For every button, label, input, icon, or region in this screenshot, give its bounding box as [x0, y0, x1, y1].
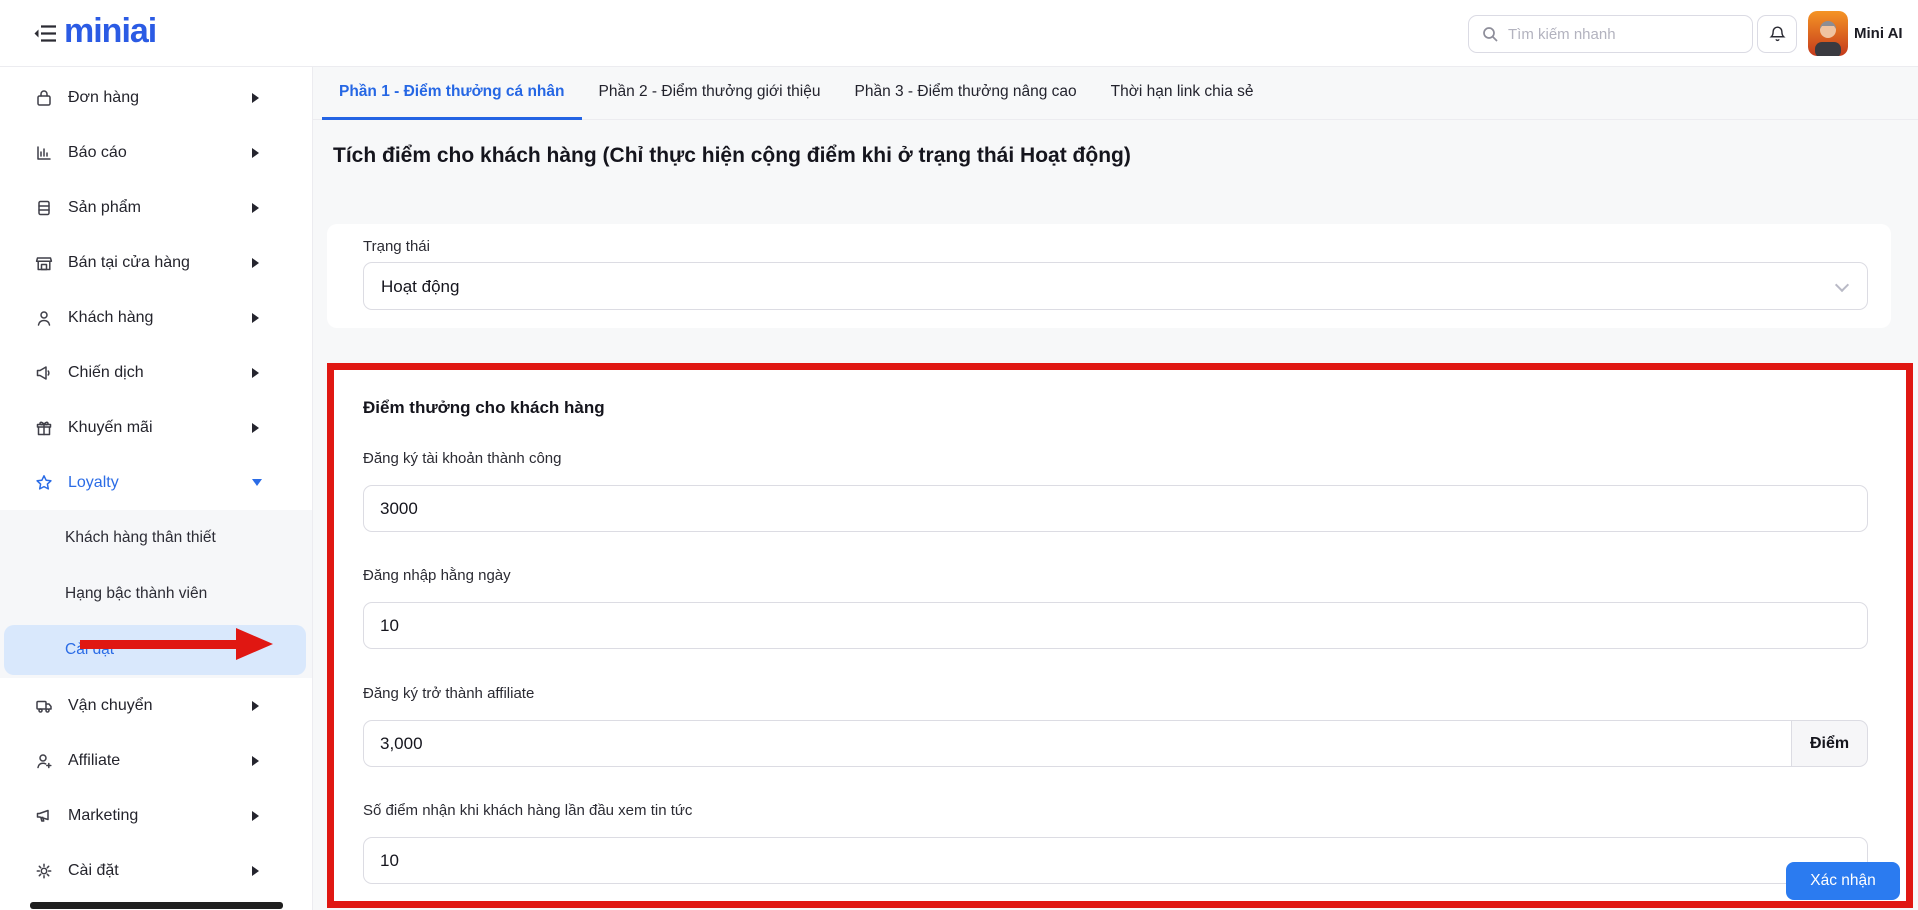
- sidebar-subitem-hang-bac-thanh-vien[interactable]: Hạng bậc thành viên: [0, 566, 312, 622]
- search-icon: [1481, 25, 1499, 43]
- report-icon: [34, 143, 54, 163]
- chevron-right-icon: [252, 258, 259, 268]
- search-input[interactable]: [1508, 26, 1752, 43]
- field-input-dang-ky-tai-khoan-thanh-cong[interactable]: [363, 485, 1868, 532]
- sidebar-item-label: Vận chuyển: [68, 697, 153, 715]
- tab-phan-3-diem-thuong-nang-cao[interactable]: Phần 3 - Điểm thưởng nâng cao: [837, 67, 1093, 120]
- sidebar-subitem-label: Cài đặt: [65, 641, 114, 659]
- app-logo[interactable]: miniai: [64, 12, 156, 51]
- tab-phan-2-diem-thuong-gioi-thieu[interactable]: Phần 2 - Điểm thưởng giới thiệu: [582, 67, 838, 120]
- global-search: [1468, 15, 1753, 53]
- field-label-dang-ky-tro-thanh-affiliate: Đăng ký trở thành affiliate: [363, 685, 534, 702]
- status-label: Trạng thái: [363, 238, 430, 255]
- horizontal-scrollbar[interactable]: [30, 902, 283, 909]
- affiliate-icon: [34, 751, 54, 771]
- notifications-button[interactable]: [1757, 15, 1797, 53]
- sidebar-item-label: Sản phẩm: [68, 199, 141, 217]
- gear-icon: [34, 861, 54, 881]
- campaign-icon: [34, 363, 54, 383]
- sidebar-item-khach-hang[interactable]: Khách hàng: [0, 290, 312, 345]
- chevron-right-icon: [252, 148, 259, 158]
- sidebar-item-label: Báo cáo: [68, 144, 127, 162]
- tab-thoi-han-link-chia-se[interactable]: Thời hạn link chia sẻ: [1094, 67, 1271, 120]
- tab-phan-1-diem-thuong-ca-nhan[interactable]: Phần 1 - Điểm thưởng cá nhân: [322, 67, 582, 120]
- field-input-dang-nhap-hang-ngay[interactable]: [363, 602, 1868, 649]
- truck-icon: [34, 696, 54, 716]
- chevron-right-icon: [252, 866, 259, 876]
- page: miniai: [0, 0, 1918, 910]
- tab-bar: Phần 1 - Điểm thưởng cá nhânPhần 2 - Điể…: [313, 67, 1918, 120]
- sidebar-subitem-cai-dat[interactable]: Cài đặt: [0, 622, 312, 678]
- user-name: Mini AI: [1854, 0, 1903, 67]
- sidebar-item-label: Bán tại cửa hàng: [68, 254, 190, 272]
- customer-icon: [34, 308, 54, 328]
- sidebar-item-label: Chiến dịch: [68, 364, 144, 382]
- sidebar-collapse-icon[interactable]: [33, 24, 57, 43]
- sidebar-item-affiliate[interactable]: Affiliate: [0, 733, 312, 788]
- chevron-right-icon: [252, 93, 259, 103]
- sidebar-item-marketing[interactable]: Marketing: [0, 788, 312, 843]
- chevron-right-icon: [252, 701, 259, 711]
- gift-icon: [34, 418, 54, 438]
- sidebar-item-don-hang[interactable]: Đơn hàng: [0, 70, 312, 125]
- sidebar-item-ban-tai-cua-hang[interactable]: Bán tại cửa hàng: [0, 235, 312, 290]
- sidebar-item-van-chuyen[interactable]: Vận chuyển: [0, 678, 312, 733]
- chevron-right-icon: [252, 811, 259, 821]
- sidebar-item-label: Cài đặt: [68, 862, 119, 880]
- status-select-value: Hoạt động: [381, 263, 459, 311]
- chevron-right-icon: [252, 423, 259, 433]
- field-input-dang-ky-tro-thanh-affiliate[interactable]: [363, 720, 1792, 767]
- chevron-right-icon: [252, 756, 259, 766]
- sidebar: Đơn hàng Báo cáo Sản phẩm Bán tại cửa hàng K…: [0, 67, 313, 910]
- status-card: Trạng thái Hoạt động: [327, 224, 1891, 328]
- rewards-section-title: Điểm thưởng cho khách hàng: [363, 398, 605, 418]
- page-title: Tích điểm cho khách hàng (Chỉ thực hiện …: [333, 144, 1131, 168]
- chevron-down-icon: [1835, 278, 1849, 292]
- rewards-section: Điểm thưởng cho khách hàng Đăng ký tài k…: [327, 363, 1913, 908]
- sidebar-item-label: Đơn hàng: [68, 89, 139, 107]
- chevron-right-icon: [252, 203, 259, 213]
- bag-icon: [34, 88, 54, 108]
- sidebar-item-label: Affiliate: [68, 752, 120, 770]
- chevron-right-icon: [252, 368, 259, 378]
- marketing-icon: [34, 806, 54, 826]
- sidebar-subitem-khach-hang-than-thiet[interactable]: Khách hàng thân thiết: [0, 510, 312, 566]
- bell-icon: [1768, 24, 1787, 44]
- sidebar-item-chien-dich[interactable]: Chiến dịch: [0, 345, 312, 400]
- sidebar-submenu-loyalty: Khách hàng thân thiết Hạng bậc thành viên…: [0, 510, 312, 678]
- field-label-so-diem-nhan-khi-khach-hang-lan-dau-xem-tin-tuc: Số điểm nhận khi khách hàng lần đầu xem …: [363, 802, 692, 819]
- sidebar-item-cai-dat[interactable]: Cài đặt: [0, 843, 312, 898]
- user-avatar[interactable]: [1808, 11, 1848, 56]
- status-select[interactable]: Hoạt động: [363, 262, 1868, 310]
- sidebar-item-label: Khách hàng: [68, 309, 153, 327]
- field-label-dang-nhap-hang-ngay: Đăng nhập hằng ngày: [363, 567, 511, 584]
- chevron-down-icon: [252, 479, 262, 486]
- sidebar-item-loyalty[interactable]: Loyalty: [0, 455, 312, 510]
- sidebar-subitem-label: Khách hàng thân thiết: [65, 529, 216, 547]
- input-suffix-diem: Điểm: [1792, 720, 1868, 767]
- sidebar-item-label: Loyalty: [68, 474, 119, 492]
- sidebar-item-san-pham[interactable]: Sản phẩm: [0, 180, 312, 235]
- field-input-so-diem-nhan-khi-khach-hang-lan-dau-xem-tin-tuc[interactable]: [363, 837, 1868, 884]
- store-icon: [34, 253, 54, 273]
- chevron-right-icon: [252, 313, 259, 323]
- sidebar-item-bao-cao[interactable]: Báo cáo: [0, 125, 312, 180]
- sidebar-item-khuyen-mai[interactable]: Khuyến mãi: [0, 400, 312, 455]
- star-icon: [34, 473, 54, 493]
- field-label-dang-ky-tai-khoan-thanh-cong: Đăng ký tài khoản thành công: [363, 450, 561, 467]
- top-header: miniai: [0, 0, 1918, 67]
- product-icon: [34, 198, 54, 218]
- sidebar-subitem-label: Hạng bậc thành viên: [65, 585, 207, 603]
- confirm-button[interactable]: Xác nhận: [1786, 862, 1900, 900]
- sidebar-item-label: Khuyến mãi: [68, 419, 153, 437]
- sidebar-menu: Đơn hàng Báo cáo Sản phẩm Bán tại cửa hàng K…: [0, 67, 312, 898]
- sidebar-item-label: Marketing: [68, 807, 138, 825]
